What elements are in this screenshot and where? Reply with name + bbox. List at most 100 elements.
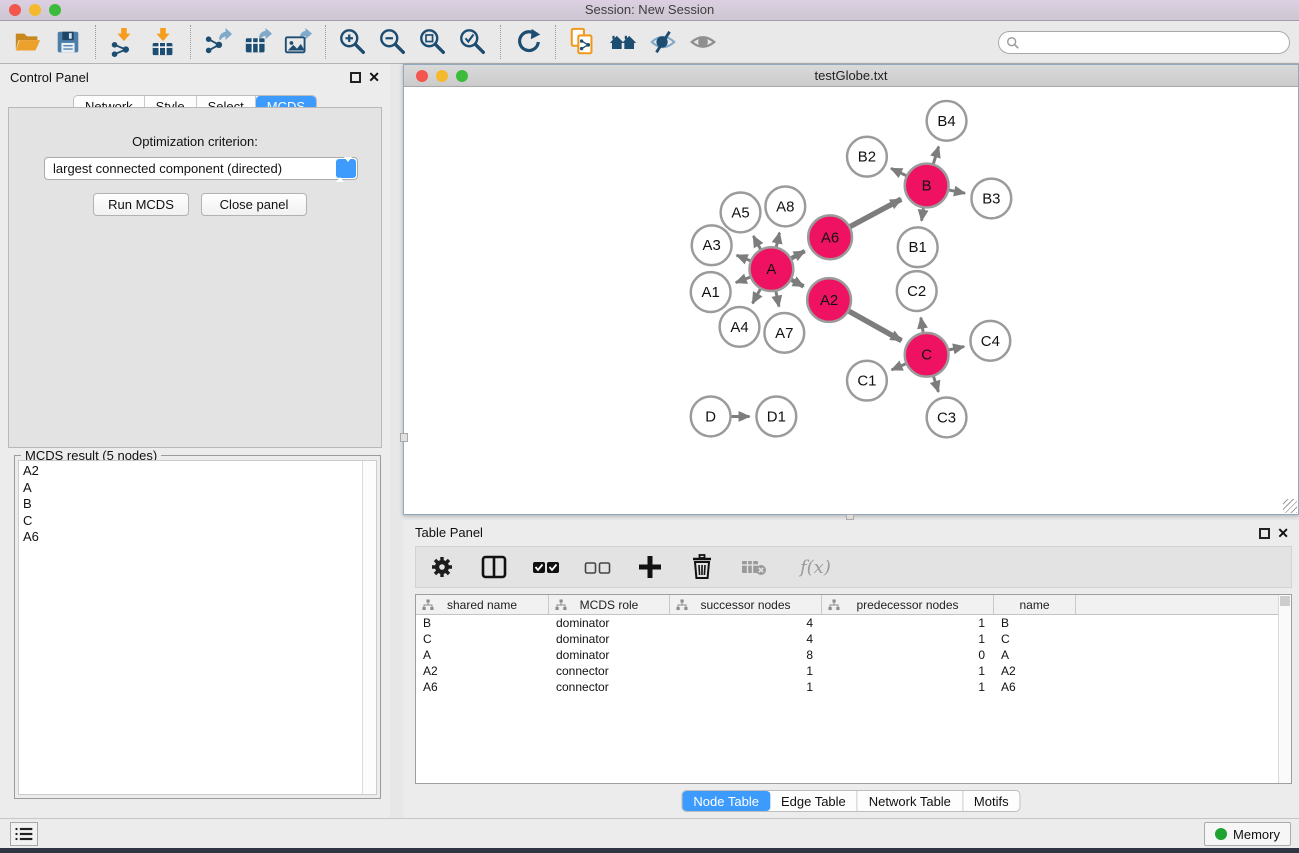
- cell-predecessor-nodes[interactable]: 1: [822, 680, 994, 694]
- cell-name[interactable]: A2: [994, 664, 1076, 678]
- minimize-window-button[interactable]: [29, 4, 41, 16]
- column-header-shared-name[interactable]: shared name: [416, 595, 549, 614]
- column-header-predecessor-nodes[interactable]: predecessor nodes: [822, 595, 994, 614]
- cell-successor-nodes[interactable]: 1: [670, 680, 822, 694]
- search-field[interactable]: [998, 31, 1290, 54]
- graph-node-A3[interactable]: A3: [692, 225, 732, 265]
- cell-shared-name[interactable]: A6: [416, 680, 549, 694]
- zoom-in-button[interactable]: [333, 24, 373, 60]
- float-table-panel-icon[interactable]: [1259, 528, 1270, 539]
- hide-graphics-details-button[interactable]: [643, 24, 683, 60]
- select-all-rows-button[interactable]: [520, 549, 572, 585]
- table-scrollbar[interactable]: [1278, 595, 1291, 783]
- graph-edge-A-A7[interactable]: [776, 292, 779, 307]
- clone-network-button[interactable]: [563, 24, 603, 60]
- delete-table-button[interactable]: [728, 549, 780, 585]
- home-view-button[interactable]: [603, 24, 643, 60]
- graph-edge-C-C3[interactable]: [934, 377, 939, 392]
- function-builder-button[interactable]: f(x): [780, 549, 851, 585]
- apply-layout-button[interactable]: [508, 24, 548, 60]
- graph-edge-B-B1[interactable]: [922, 208, 924, 220]
- graph-node-B2[interactable]: B2: [847, 137, 887, 177]
- table-row[interactable]: A2connector11A2: [416, 663, 1291, 679]
- export-table-button[interactable]: [238, 24, 278, 60]
- graph-node-B4[interactable]: B4: [927, 101, 967, 141]
- graph-node-C4[interactable]: C4: [970, 321, 1010, 361]
- export-network-button[interactable]: [198, 24, 238, 60]
- graph-edge-C-C2[interactable]: [921, 318, 923, 333]
- cell-shared-name[interactable]: A2: [416, 664, 549, 678]
- table-row[interactable]: A6connector11A6: [416, 679, 1291, 695]
- mcds-result-item[interactable]: C: [19, 513, 376, 530]
- zoom-selected-button[interactable]: [453, 24, 493, 60]
- graph-node-A7[interactable]: A7: [764, 313, 804, 353]
- graph-edge-A-A5[interactable]: [753, 236, 760, 249]
- close-panel-icon[interactable]: ✕: [368, 69, 380, 85]
- save-session-button[interactable]: [48, 24, 88, 60]
- cell-mcds-role[interactable]: connector: [549, 680, 670, 694]
- graph-edge-B-B3[interactable]: [949, 190, 965, 193]
- cell-name[interactable]: A6: [994, 680, 1076, 694]
- graph-edge-A-A8[interactable]: [776, 233, 779, 247]
- cell-successor-nodes[interactable]: 4: [670, 632, 822, 646]
- graph-node-A1[interactable]: A1: [691, 272, 731, 312]
- cell-predecessor-nodes[interactable]: 1: [822, 664, 994, 678]
- close-table-panel-icon[interactable]: ✕: [1277, 525, 1289, 541]
- graph-node-C2[interactable]: C2: [897, 271, 937, 311]
- graph-node-A8[interactable]: A8: [765, 187, 805, 227]
- graph-edge-A-A6[interactable]: [791, 251, 804, 258]
- cell-successor-nodes[interactable]: 1: [670, 664, 822, 678]
- close-panel-button[interactable]: Close panel: [201, 193, 307, 216]
- column-header-successor-nodes[interactable]: successor nodes: [670, 595, 822, 614]
- splitter-handle[interactable]: [400, 433, 408, 442]
- network-zoom-button[interactable]: [456, 70, 468, 82]
- graph-edge-A-A3[interactable]: [737, 255, 751, 260]
- graph-node-D1[interactable]: D1: [756, 397, 796, 437]
- mcds-result-item[interactable]: A2: [19, 463, 376, 480]
- show-graphics-details-button[interactable]: [683, 24, 723, 60]
- network-minimize-button[interactable]: [436, 70, 448, 82]
- cell-predecessor-nodes[interactable]: 0: [822, 648, 994, 662]
- cell-predecessor-nodes[interactable]: 1: [822, 632, 994, 646]
- run-mcds-button[interactable]: Run MCDS: [93, 193, 189, 216]
- import-network-button[interactable]: [103, 24, 143, 60]
- table-settings-button[interactable]: [416, 549, 468, 585]
- cell-shared-name[interactable]: A: [416, 648, 549, 662]
- cell-successor-nodes[interactable]: 4: [670, 616, 822, 630]
- graph-edge-A6-B[interactable]: [850, 199, 901, 226]
- mcds-result-item[interactable]: A: [19, 480, 376, 497]
- criterion-dropdown[interactable]: largest connected component (directed): [44, 157, 358, 180]
- cell-mcds-role[interactable]: connector: [549, 664, 670, 678]
- table-row[interactable]: Bdominator41B: [416, 615, 1291, 631]
- cell-mcds-role[interactable]: dominator: [549, 648, 670, 662]
- graph-node-B[interactable]: B: [905, 164, 949, 208]
- table-tab-network-table[interactable]: Network Table: [858, 791, 963, 811]
- show-columns-button[interactable]: [468, 549, 520, 585]
- delete-column-button[interactable]: [676, 549, 728, 585]
- graph-node-A6[interactable]: A6: [808, 215, 852, 259]
- graph-node-A5[interactable]: A5: [721, 193, 761, 233]
- network-close-button[interactable]: [416, 70, 428, 82]
- network-canvas[interactable]: AA1A2A3A4A5A6A7A8BB1B2B3B4CC1C2C3C4DD1: [404, 88, 1298, 514]
- graph-node-D[interactable]: D: [691, 397, 731, 437]
- cell-mcds-role[interactable]: dominator: [549, 616, 670, 630]
- graph-edge-B-B2[interactable]: [891, 168, 906, 175]
- mcds-result-item[interactable]: A6: [19, 529, 376, 546]
- window-resize-grip[interactable]: [1283, 499, 1297, 513]
- zoom-out-button[interactable]: [373, 24, 413, 60]
- column-header-name[interactable]: name: [994, 595, 1076, 614]
- create-column-button[interactable]: [624, 549, 676, 585]
- table-tab-node-table[interactable]: Node Table: [682, 791, 770, 811]
- column-header-mcds-role[interactable]: MCDS role: [549, 595, 670, 614]
- graph-edge-C-C4[interactable]: [949, 347, 964, 350]
- graph-node-C[interactable]: C: [905, 333, 949, 377]
- search-input[interactable]: [1020, 34, 1289, 52]
- graph-edge-A2-C[interactable]: [849, 311, 901, 340]
- deselect-all-rows-button[interactable]: [572, 549, 624, 585]
- graph-node-A4[interactable]: A4: [720, 307, 760, 347]
- cell-predecessor-nodes[interactable]: 1: [822, 616, 994, 630]
- cell-shared-name[interactable]: B: [416, 616, 549, 630]
- table-row[interactable]: Adominator80A: [416, 647, 1291, 663]
- graph-edge-A-A2[interactable]: [792, 280, 804, 286]
- cell-name[interactable]: A: [994, 648, 1076, 662]
